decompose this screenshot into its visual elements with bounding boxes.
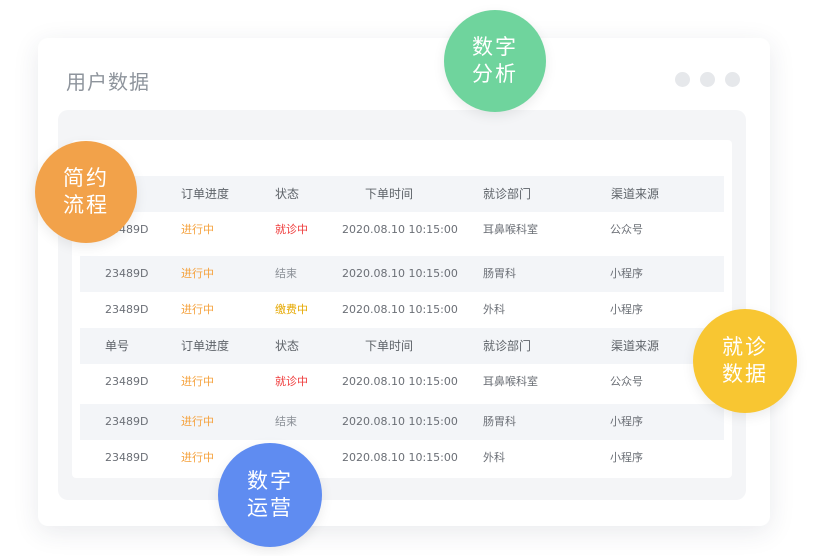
table-row[interactable]: 23489D 进行中 结束 2020.08.10 10:15:00 肠胃科 小程… xyxy=(80,256,724,292)
order-id: 23489D xyxy=(105,375,149,388)
bubble-line-1: 数字 xyxy=(247,469,293,493)
order-time: 2020.08.10 10:15:00 xyxy=(342,223,458,236)
bubble-line-1: 就诊 xyxy=(722,335,768,359)
table-header-row: 单号 订单进度 状态 下单时间 就诊部门 渠道来源 xyxy=(80,328,724,364)
table-row[interactable]: 23489D 进行中 缴费中 2020.08.10 10:15:00 外科 小程… xyxy=(80,292,724,328)
header-progress: 订单进度 xyxy=(181,339,230,353)
order-time: 2020.08.10 10:15:00 xyxy=(342,451,458,464)
bubble-line-2: 数据 xyxy=(722,362,768,386)
order-department: 肠胃科 xyxy=(483,415,516,428)
bubble-line-2: 分析 xyxy=(472,62,518,86)
order-channel: 公众号 xyxy=(610,375,643,388)
window-controls xyxy=(675,72,740,87)
order-status: 缴费中 xyxy=(275,303,308,316)
visit-data-bubble[interactable]: 就诊 数据 xyxy=(693,309,797,413)
digital-analysis-bubble[interactable]: 数字 分析 xyxy=(444,10,546,112)
header-department: 就诊部门 xyxy=(483,339,532,353)
order-channel: 小程序 xyxy=(610,303,643,316)
bubble-line-2: 运营 xyxy=(247,496,293,520)
digital-operations-bubble[interactable]: 数字 运营 xyxy=(218,443,322,547)
order-channel: 小程序 xyxy=(610,415,643,428)
order-time: 2020.08.10 10:15:00 xyxy=(342,267,458,280)
orders-table: 订单进度 状态 下单时间 就诊部门 渠道来源 23489D 进行中 就诊中 20… xyxy=(72,140,732,478)
order-department: 耳鼻喉科室 xyxy=(483,375,538,388)
table-row[interactable]: 23489D 进行中 结束 2020.08.10 10:15:00 肠胃科 小程… xyxy=(80,404,724,440)
window-dot-3[interactable] xyxy=(725,72,740,87)
header-channel: 渠道来源 xyxy=(611,187,660,201)
header-order-time: 下单时间 xyxy=(365,339,414,353)
order-time: 2020.08.10 10:15:00 xyxy=(342,415,458,428)
order-id: 23489D xyxy=(105,415,149,428)
order-progress: 进行中 xyxy=(181,375,214,388)
bubble-line-1: 简约 xyxy=(63,166,109,190)
order-progress: 进行中 xyxy=(181,223,214,236)
order-time: 2020.08.10 10:15:00 xyxy=(342,303,458,316)
header-department: 就诊部门 xyxy=(483,187,532,201)
header-channel: 渠道来源 xyxy=(611,339,660,353)
window-dot-2[interactable] xyxy=(700,72,715,87)
header-status: 状态 xyxy=(275,339,300,353)
order-status: 结束 xyxy=(275,267,297,280)
table-row[interactable]: 23489D 进行中 就诊中 2020.08.10 10:15:00 耳鼻喉科室… xyxy=(80,212,724,248)
header-progress: 订单进度 xyxy=(181,187,230,201)
order-status: 结束 xyxy=(275,415,297,428)
bubble-line-2: 流程 xyxy=(63,193,109,217)
window-dot-1[interactable] xyxy=(675,72,690,87)
order-id: 23489D xyxy=(105,303,149,316)
header-status: 状态 xyxy=(275,187,300,201)
bubble-line-1: 数字 xyxy=(472,35,518,59)
order-channel: 小程序 xyxy=(610,267,643,280)
order-department: 外科 xyxy=(483,451,505,464)
order-department: 外科 xyxy=(483,303,505,316)
order-department: 肠胃科 xyxy=(483,267,516,280)
order-status: 就诊中 xyxy=(275,223,308,236)
order-id: 23489D xyxy=(105,267,149,280)
table-row[interactable]: 23489D 进行中 就诊中 2020.08.10 10:15:00 耳鼻喉科室… xyxy=(80,364,724,400)
order-progress: 进行中 xyxy=(181,415,214,428)
user-data-window: 用户数据 订单进度 状态 下单时间 就诊部门 渠道来源 23489D 进行中 就… xyxy=(38,38,770,526)
order-progress: 进行中 xyxy=(181,451,214,464)
order-status: 就诊中 xyxy=(275,375,308,388)
table-row[interactable]: 23489D 进行中 2020.08.10 10:15:00 外科 小程序 xyxy=(80,440,724,476)
simple-process-bubble[interactable]: 简约 流程 xyxy=(35,141,137,243)
order-id: 23489D xyxy=(105,451,149,464)
order-channel: 公众号 xyxy=(610,223,643,236)
header-order-time: 下单时间 xyxy=(365,187,414,201)
order-channel: 小程序 xyxy=(610,451,643,464)
header-order-id: 单号 xyxy=(105,339,130,353)
table-header-row: 订单进度 状态 下单时间 就诊部门 渠道来源 xyxy=(80,176,724,212)
order-progress: 进行中 xyxy=(181,303,214,316)
order-time: 2020.08.10 10:15:00 xyxy=(342,375,458,388)
order-department: 耳鼻喉科室 xyxy=(483,223,538,236)
content-panel: 订单进度 状态 下单时间 就诊部门 渠道来源 23489D 进行中 就诊中 20… xyxy=(58,110,746,500)
window-title: 用户数据 xyxy=(66,70,150,94)
order-progress: 进行中 xyxy=(181,267,214,280)
